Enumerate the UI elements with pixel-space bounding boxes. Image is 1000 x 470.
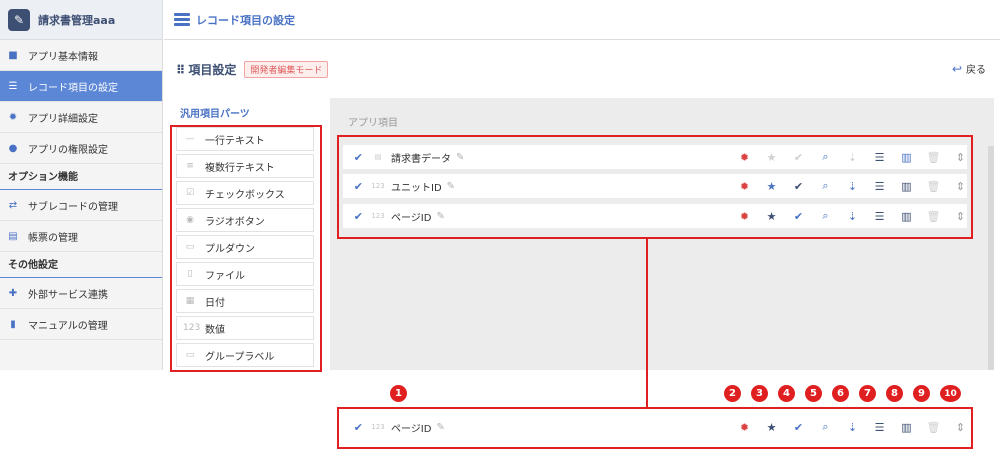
sidebar-item-subrecords[interactable]: ⇄ サブレコードの管理 <box>0 190 162 221</box>
back-button[interactable]: ↩ 戻る <box>951 61 986 77</box>
share-icon: ⇄ <box>8 199 18 211</box>
dev-mode-badge: 開発者編集モード <box>244 61 329 78</box>
sidebar-item-forms[interactable]: ▤ 帳票の管理 <box>0 221 162 252</box>
callout-badge: 8 <box>886 385 903 402</box>
page-title: レコード項目の設定 <box>196 13 295 27</box>
users-icon: ● <box>8 142 18 154</box>
section-title: 項目設定 <box>188 63 237 77</box>
app-fields-label: アプリ項目 <box>348 118 398 129</box>
info-icon: ■ <box>8 49 18 61</box>
sidebar-item-record-fields[interactable]: ☰ レコード項目の設定 <box>0 71 162 102</box>
sidebar-item-label: 外部サービス連携 <box>28 289 108 301</box>
sidebar-item-label: アプリの権限設定 <box>28 144 108 156</box>
gear-icon: ✹ <box>8 111 18 123</box>
callout-badge: 7 <box>859 385 876 402</box>
detail-highlight-box <box>337 407 973 449</box>
section-header: ⠿ 項目設定 開発者編集モード <box>176 61 329 78</box>
back-label: 戻る <box>966 65 986 76</box>
grip-icon: ⠿ <box>176 62 186 77</box>
parts-highlight-box <box>170 125 322 372</box>
sidebar-item-external-services[interactable]: ✚ 外部サービス連携 <box>0 278 162 309</box>
sidebar-item-label: レコード項目の設定 <box>28 82 118 94</box>
sidebar: ✎ 請求書管理aaa ■ アプリ基本情報 ☰ レコード項目の設定 ✹ アプリ詳細… <box>0 0 163 370</box>
parts-label: 汎用項目パーツ <box>180 109 250 120</box>
sidebar-item-manuals[interactable]: ▮ マニュアルの管理 <box>0 309 162 340</box>
callout-badge: 1 <box>390 385 407 402</box>
form-icon: ▤ <box>8 230 18 242</box>
book-icon: ▮ <box>10 318 16 330</box>
sidebar-item-label: アプリ基本情報 <box>28 51 98 63</box>
callout-badge: 4 <box>778 385 795 402</box>
callout-badge: 5 <box>805 385 822 402</box>
sidebar-item-app-details[interactable]: ✹ アプリ詳細設定 <box>0 102 162 133</box>
sidebar-item-label: サブレコードの管理 <box>28 201 118 213</box>
app-name: 請求書管理aaa <box>38 13 116 27</box>
list-icon: ☰ <box>8 80 18 92</box>
back-arrow-icon: ↩ <box>951 61 962 76</box>
sidebar-item-permissions[interactable]: ● アプリの権限設定 <box>0 133 162 164</box>
list-icon <box>174 13 190 26</box>
callout-connector <box>646 239 648 408</box>
scrollbar[interactable] <box>988 146 994 370</box>
document-icon: ✎ <box>8 8 30 31</box>
sidebar-section-other: その他設定 <box>0 252 162 278</box>
fields-highlight-box <box>337 135 973 239</box>
callout-badge: 2 <box>724 385 741 402</box>
callout-badge: 9 <box>913 385 930 402</box>
sidebar-item-app-info[interactable]: ■ アプリ基本情報 <box>0 40 162 71</box>
sidebar-item-label: 帳票の管理 <box>28 232 78 244</box>
app-header[interactable]: ✎ 請求書管理aaa <box>0 0 162 40</box>
puzzle-icon: ✚ <box>8 287 18 299</box>
callout-badge: 6 <box>832 385 849 402</box>
sidebar-item-label: アプリ詳細設定 <box>28 113 98 125</box>
callout-badge: 10 <box>940 385 961 402</box>
sidebar-section-options: オプション機能 <box>0 164 162 190</box>
topbar: レコード項目の設定 <box>164 0 1000 40</box>
callout-badge: 3 <box>751 385 768 402</box>
sidebar-item-label: マニュアルの管理 <box>28 320 108 332</box>
